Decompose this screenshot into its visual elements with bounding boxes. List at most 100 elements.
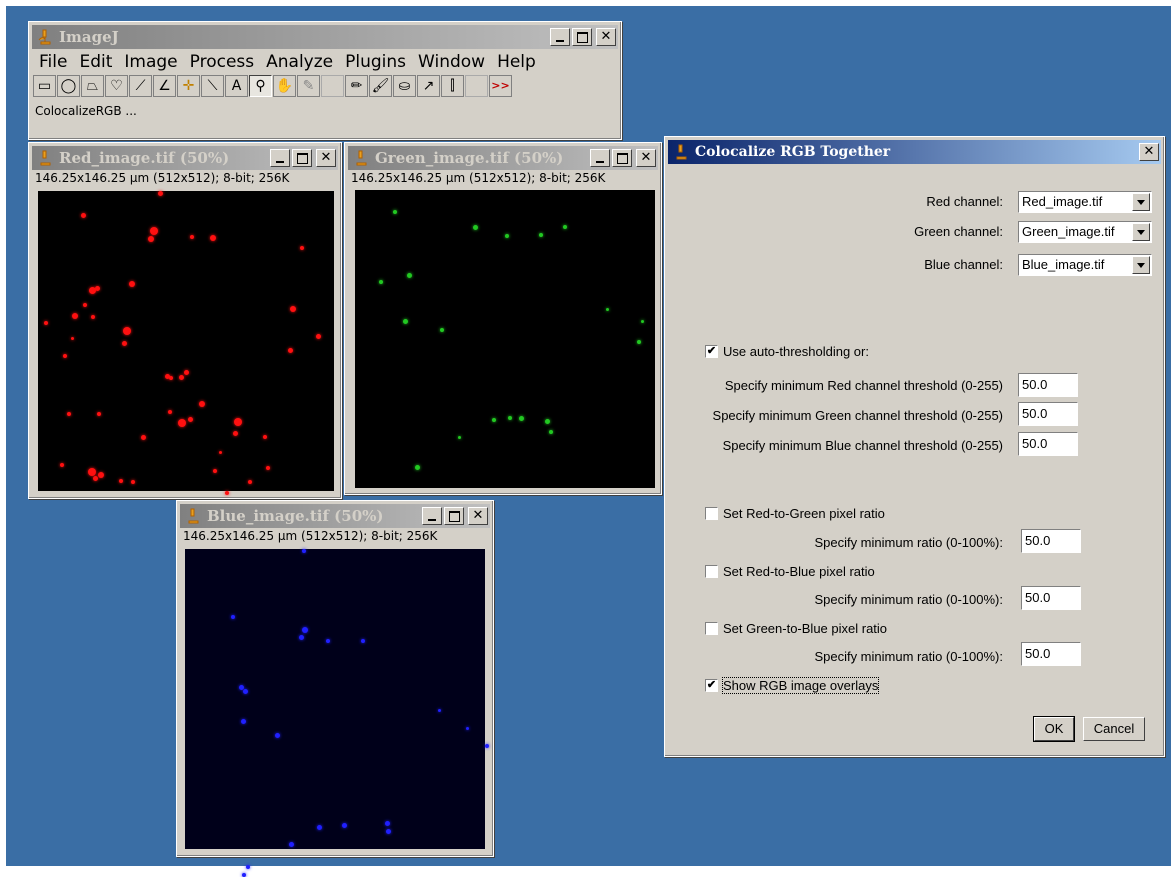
developer-menu-icon[interactable]: ⫿: [441, 75, 464, 97]
fluorescent-spot: [168, 410, 172, 414]
fluorescent-spot: [91, 315, 95, 319]
fluorescent-spot: [393, 210, 397, 214]
window-title: Green_image.tif (50%): [375, 149, 564, 167]
fluorescent-spot: [637, 340, 641, 344]
menu-file[interactable]: File: [33, 50, 73, 74]
green-image-canvas[interactable]: [355, 190, 655, 488]
microscope-icon: [356, 150, 367, 166]
fluorescent-spot: [266, 466, 270, 470]
dialog-title-bar[interactable]: Colocalize RGB Together ✕: [668, 140, 1161, 164]
cancel-button[interactable]: Cancel: [1083, 717, 1145, 741]
colocalize-dialog: Colocalize RGB Together ✕ Red channel: R…: [664, 136, 1165, 757]
red-title-bar[interactable]: Red_image.tif (50%) ✕: [32, 146, 338, 170]
fluorescent-spot: [81, 213, 86, 218]
text-tool-icon[interactable]: A: [225, 75, 248, 97]
fluorescent-spot: [122, 341, 127, 346]
fluorescent-spot: [241, 719, 246, 724]
freehand-tool-icon[interactable]: ♡: [105, 75, 128, 97]
close-button[interactable]: ✕: [636, 149, 656, 167]
menu-plugins[interactable]: Plugins: [339, 50, 412, 74]
point-tool-icon[interactable]: ✛: [177, 75, 200, 97]
red-threshold-input[interactable]: 50.0: [1018, 373, 1078, 397]
blue-channel-select[interactable]: Blue_image.tif: [1018, 254, 1152, 276]
fluorescent-spot: [44, 321, 48, 325]
fluorescent-spot: [210, 235, 216, 241]
minimize-button[interactable]: [270, 149, 290, 167]
red-channel-select[interactable]: Red_image.tif: [1018, 191, 1152, 213]
red-channel-label: Red channel:: [926, 194, 1003, 209]
polygon-tool-icon[interactable]: ⏢: [81, 75, 104, 97]
fluorescent-spot: [539, 233, 543, 237]
ok-button[interactable]: OK: [1033, 716, 1075, 742]
wand-tool-icon[interactable]: ⟍: [201, 75, 224, 97]
auto-threshold-checkbox[interactable]: ✔: [705, 345, 718, 358]
gb-ratio-checkbox[interactable]: [705, 622, 718, 635]
rectangle-tool-icon[interactable]: ▭: [33, 75, 56, 97]
minimize-button[interactable]: [590, 149, 610, 167]
green-threshold-input[interactable]: 50.0: [1018, 402, 1078, 426]
fluorescent-spot: [123, 327, 131, 335]
red-image-canvas[interactable]: [38, 191, 334, 495]
fluorescent-spot: [317, 825, 322, 830]
fluorescent-spot: [67, 412, 71, 416]
chevron-down-icon[interactable]: [1132, 193, 1150, 211]
menu-process[interactable]: Process: [184, 50, 261, 74]
menu-help[interactable]: Help: [491, 50, 542, 74]
chevron-down-icon[interactable]: [1132, 223, 1150, 241]
fluorescent-spot: [129, 281, 135, 287]
rb-min-ratio-input[interactable]: 50.0: [1021, 586, 1081, 610]
rg-ratio-checkbox[interactable]: [705, 507, 718, 520]
gb-ratio-label: Set Green-to-Blue pixel ratio: [723, 621, 888, 636]
maximize-button[interactable]: [572, 28, 592, 46]
fluorescent-spot: [440, 328, 444, 332]
maximize-button[interactable]: [292, 149, 312, 167]
green-channel-select[interactable]: Green_image.tif: [1018, 221, 1152, 243]
chevron-down-icon[interactable]: [1132, 256, 1150, 274]
fluorescent-spot: [485, 744, 489, 748]
fluorescent-spot: [225, 491, 229, 495]
fluorescent-spot: [379, 280, 383, 284]
menu-bar: File Edit Image Process Analyze Plugins …: [33, 50, 542, 74]
maximize-button[interactable]: [612, 149, 632, 167]
close-button[interactable]: ✕: [1139, 143, 1159, 161]
minimize-button[interactable]: [422, 507, 442, 525]
maximize-button[interactable]: [444, 507, 464, 525]
magnifier-tool-icon[interactable]: ⚲: [249, 75, 272, 97]
fluorescent-spot: [438, 709, 441, 712]
fluorescent-spot: [342, 823, 347, 828]
fluorescent-spot: [385, 821, 390, 826]
pencil-tool-icon[interactable]: ✏: [345, 75, 368, 97]
angle-tool-icon[interactable]: ∠: [153, 75, 176, 97]
close-button[interactable]: ✕: [316, 149, 336, 167]
flood-fill-tool-icon[interactable]: ⛀: [393, 75, 416, 97]
minimize-button[interactable]: [550, 28, 570, 46]
close-button[interactable]: ✕: [468, 507, 488, 525]
rb-ratio-checkbox[interactable]: [705, 565, 718, 578]
green-title-bar[interactable]: Green_image.tif (50%) ✕: [348, 146, 658, 170]
hand-tool-icon[interactable]: ✋: [273, 75, 296, 97]
fluorescent-spot: [148, 236, 154, 242]
menu-window[interactable]: Window: [412, 50, 491, 74]
window-title: ImageJ: [59, 28, 119, 46]
menu-edit[interactable]: Edit: [73, 50, 118, 74]
more-tools-icon[interactable]: >>: [489, 75, 512, 97]
overlay-checkbox[interactable]: ✔: [705, 679, 718, 692]
menu-image[interactable]: Image: [118, 50, 183, 74]
color-picker-icon[interactable]: ✎: [297, 75, 320, 97]
close-button[interactable]: ✕: [596, 28, 616, 46]
blue-image-canvas[interactable]: [185, 549, 489, 877]
rg-min-ratio-input[interactable]: 50.0: [1021, 529, 1081, 553]
fluorescent-spot: [326, 639, 330, 643]
fluorescent-spot: [188, 417, 193, 422]
blue-threshold-input[interactable]: 50.0: [1018, 432, 1078, 456]
blue-title-bar[interactable]: Blue_image.tif (50%) ✕: [180, 504, 490, 528]
oval-tool-icon[interactable]: ◯: [57, 75, 80, 97]
menu-analyze[interactable]: Analyze: [260, 50, 339, 74]
imagej-title-bar[interactable]: ImageJ ✕: [32, 25, 618, 49]
line-tool-icon[interactable]: ⟋: [129, 75, 152, 97]
fluorescent-spot: [233, 431, 238, 436]
fluorescent-spot: [263, 435, 267, 439]
brush-tool-icon[interactable]: 🖌: [369, 75, 392, 97]
gb-min-ratio-input[interactable]: 50.0: [1021, 642, 1081, 666]
arrow-tool-icon[interactable]: ↗: [417, 75, 440, 97]
